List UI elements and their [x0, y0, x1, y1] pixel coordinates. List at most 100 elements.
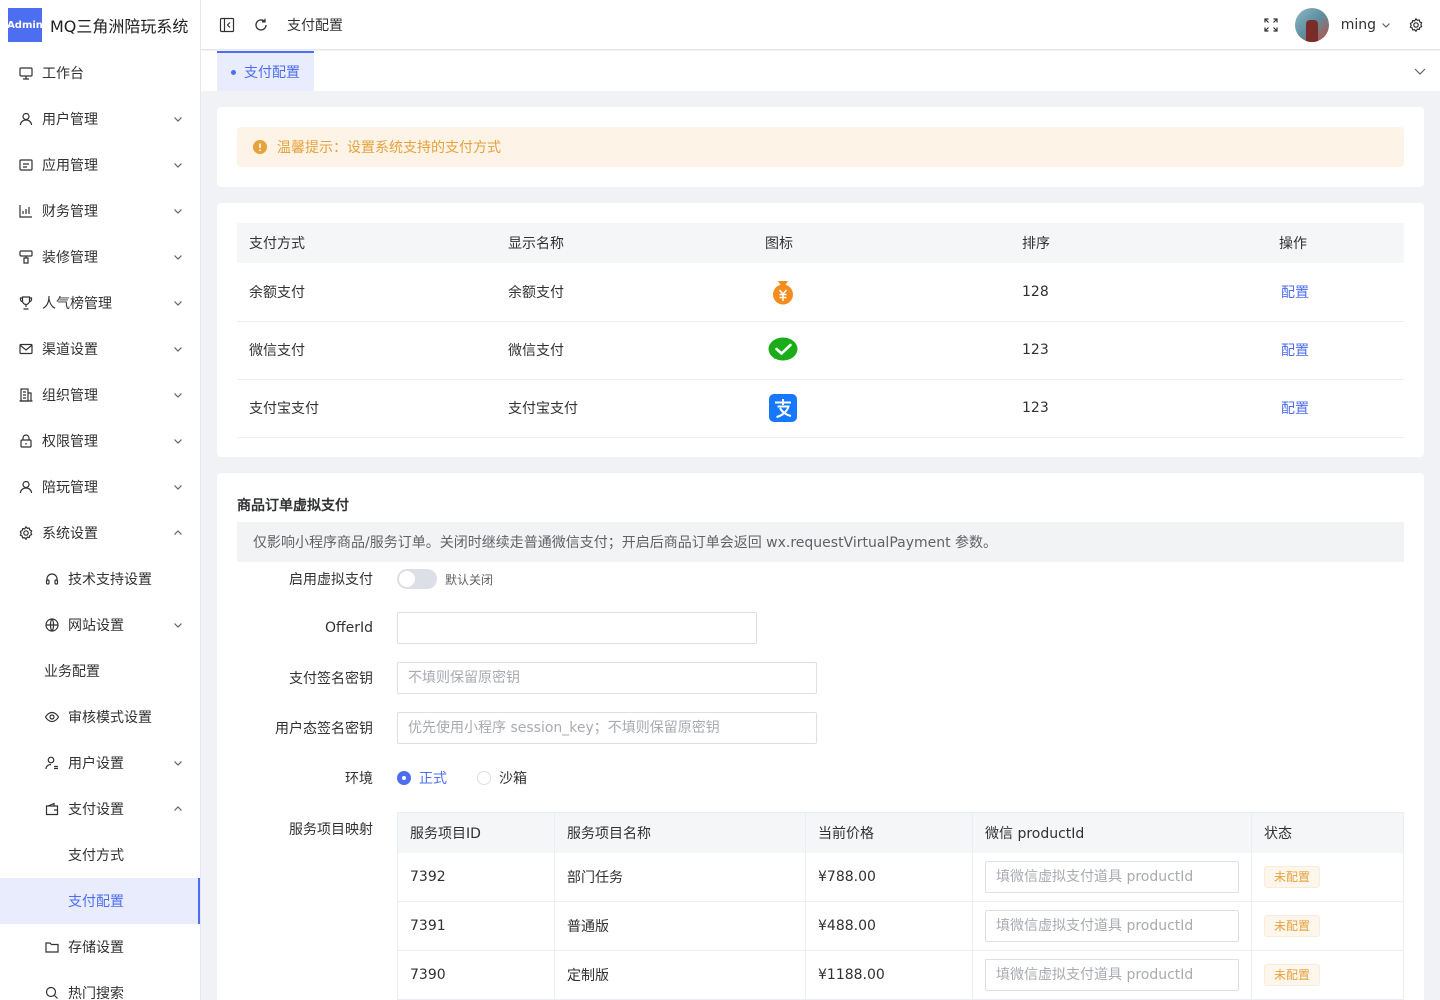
sidebar-item-business-config[interactable]: 业务配置	[0, 648, 200, 694]
table-row: 支付宝支付 支付宝支付 123 配置	[237, 379, 1404, 438]
chevron-down-icon	[174, 209, 182, 214]
sidebar-item-label: 工作台	[42, 66, 84, 82]
sidebar-item-hot-search[interactable]: 热门搜索	[0, 970, 200, 1000]
cell-action: 配置	[1267, 379, 1404, 438]
alipay-icon	[769, 394, 797, 422]
fullscreen-icon[interactable]	[1263, 17, 1279, 33]
tab-payment-config[interactable]: 支付配置	[217, 51, 314, 91]
column-header: 支付方式	[237, 223, 496, 263]
table-row: 7392 部门任务 ¥788.00 未配置	[397, 852, 1404, 902]
sidebar-item-payment-settings[interactable]: 支付设置	[0, 786, 200, 832]
chevron-down-icon	[174, 393, 182, 398]
sidebar-item-payment-methods[interactable]: 支付方式	[0, 832, 200, 878]
sidebar-item-storage[interactable]: 存储设置	[0, 924, 200, 970]
cell-method: 支付宝支付	[237, 379, 496, 438]
chevron-down-icon	[174, 117, 182, 122]
sidebar-item-companion[interactable]: 陪玩管理	[0, 464, 200, 510]
table-header-row: 服务项目ID 服务项目名称 当前价格 微信 productId 状态	[397, 812, 1404, 853]
config-link[interactable]: 配置	[1281, 401, 1309, 417]
sidebar-item-label: 应用管理	[42, 158, 98, 174]
payment-methods-table: 支付方式 显示名称 图标 排序 操作 余额支付 余额支付 128 配置 微信支付…	[237, 223, 1404, 438]
offer-label: OfferId	[324, 620, 373, 636]
chevron-up-icon	[174, 530, 182, 535]
section-description: 仅影响小程序商品/服务订单。关闭时继续走普通微信支付；开启后商品订单会返回 wx…	[237, 522, 1404, 562]
sidebar-item-organization[interactable]: 组织管理	[0, 372, 200, 418]
sidebar-item-channel[interactable]: 渠道设置	[0, 326, 200, 372]
header-actions: ming	[1263, 0, 1424, 50]
cell-name: 余额支付	[496, 263, 753, 322]
avatar[interactable]	[1294, 8, 1329, 42]
cell-icon	[753, 321, 1010, 380]
env-radio-production[interactable]: 正式	[397, 768, 447, 788]
tab-active-dot	[231, 69, 236, 75]
env-label: 环境	[345, 771, 373, 787]
sidebar-item-finance[interactable]: 财务管理	[0, 188, 200, 234]
tabs-bar: 支付配置	[201, 51, 1440, 91]
cell-icon	[753, 263, 1010, 322]
sidebar-item-label: 存储设置	[68, 940, 124, 956]
alert-text: 温馨提示：设置系统支持的支付方式	[277, 140, 501, 156]
search-icon	[45, 986, 58, 999]
env-radio-sandbox[interactable]: 沙箱	[477, 768, 527, 788]
cell-action: 配置	[1267, 321, 1404, 380]
sidebar-item-user-management[interactable]: 用户管理	[0, 96, 200, 142]
sidebar-item-label: 人气榜管理	[42, 296, 112, 312]
sidebar-item-tech-support[interactable]: 技术支持设置	[0, 556, 200, 602]
product-id-input[interactable]	[985, 910, 1239, 942]
column-header: 微信 productId	[972, 812, 1252, 853]
column-header: 当前价格	[805, 812, 973, 853]
config-link[interactable]: 配置	[1281, 343, 1309, 359]
enable-virtual-switch[interactable]	[397, 569, 437, 589]
logo-badge: Admin	[7, 8, 43, 42]
sidebar-item-review-mode[interactable]: 审核模式设置	[0, 694, 200, 740]
brush-icon	[19, 250, 33, 264]
sidebar-item-label: 支付方式	[68, 848, 124, 864]
sidebar-item-dashboard[interactable]: 工作台	[0, 50, 200, 96]
sidebar-item-label: 系统设置	[42, 526, 98, 542]
form-row-sign-key: 支付签名密钥	[217, 662, 817, 694]
sidebar-item-app-management[interactable]: 应用管理	[0, 142, 200, 188]
sidebar-item-decoration[interactable]: 装修管理	[0, 234, 200, 280]
form-row-enable: 启用虚拟支付 默认关闭	[217, 567, 493, 591]
offer-id-input[interactable]	[397, 612, 757, 644]
warning-icon	[253, 140, 267, 154]
user-sign-key-input[interactable]	[397, 712, 817, 744]
sidebar-item-label: 陪玩管理	[42, 480, 98, 496]
sidebar-item-permission[interactable]: 权限管理	[0, 418, 200, 464]
table-header-row: 支付方式 显示名称 图标 排序 操作	[237, 223, 1404, 263]
cell-name: 微信支付	[496, 321, 753, 380]
chevron-down-icon[interactable]	[1380, 19, 1392, 31]
sidebar-item-popularity[interactable]: 人气榜管理	[0, 280, 200, 326]
cell-price: ¥1188.00	[805, 950, 973, 1000]
app-icon	[19, 159, 33, 171]
cell-price: ¥788.00	[805, 852, 973, 902]
product-id-input[interactable]	[985, 860, 1239, 893]
table-row: 7391 普通版 ¥488.00 未配置	[397, 901, 1404, 951]
sidebar-item-user-settings[interactable]: 用户设置	[0, 740, 200, 786]
sidebar-item-website[interactable]: 网站设置	[0, 602, 200, 648]
enable-label: 启用虚拟支付	[289, 572, 373, 588]
user-name[interactable]: ming	[1341, 17, 1376, 33]
form-row-user-sign-key: 用户态签名密钥	[217, 712, 817, 744]
config-link[interactable]: 配置	[1281, 285, 1309, 301]
section-title: 商品订单虚拟支付	[237, 498, 349, 514]
payment-methods-card: 支付方式 显示名称 图标 排序 操作 余额支付 余额支付 128 配置 微信支付…	[217, 203, 1424, 457]
lock-icon	[20, 434, 32, 448]
sidebar: Admin MQ三角洲陪玩系统 工作台 用户管理 应用管理 财务管理 装修管理 …	[0, 0, 201, 1000]
sign-key-input[interactable]	[397, 662, 817, 694]
cell-product-id	[972, 950, 1252, 1000]
logo[interactable]: Admin MQ三角洲陪玩系统	[0, 0, 200, 50]
refresh-icon[interactable]	[253, 17, 269, 33]
cell-name: 定制版	[554, 950, 806, 1000]
product-id-input[interactable]	[985, 959, 1239, 991]
user-sign-key-label: 用户态签名密钥	[275, 721, 373, 737]
collapse-sidebar-icon[interactable]	[219, 17, 235, 33]
sidebar-item-system-settings[interactable]: 系统设置	[0, 510, 200, 556]
chevron-down-icon[interactable]	[1412, 63, 1428, 79]
settings-icon[interactable]	[1408, 17, 1424, 33]
table-row: 7390 定制版 ¥1188.00 未配置	[397, 950, 1404, 1000]
building-icon	[19, 388, 33, 402]
headset-icon	[45, 573, 59, 585]
sidebar-item-payment-config[interactable]: 支付配置	[0, 878, 200, 924]
chevron-down-icon	[174, 485, 182, 490]
